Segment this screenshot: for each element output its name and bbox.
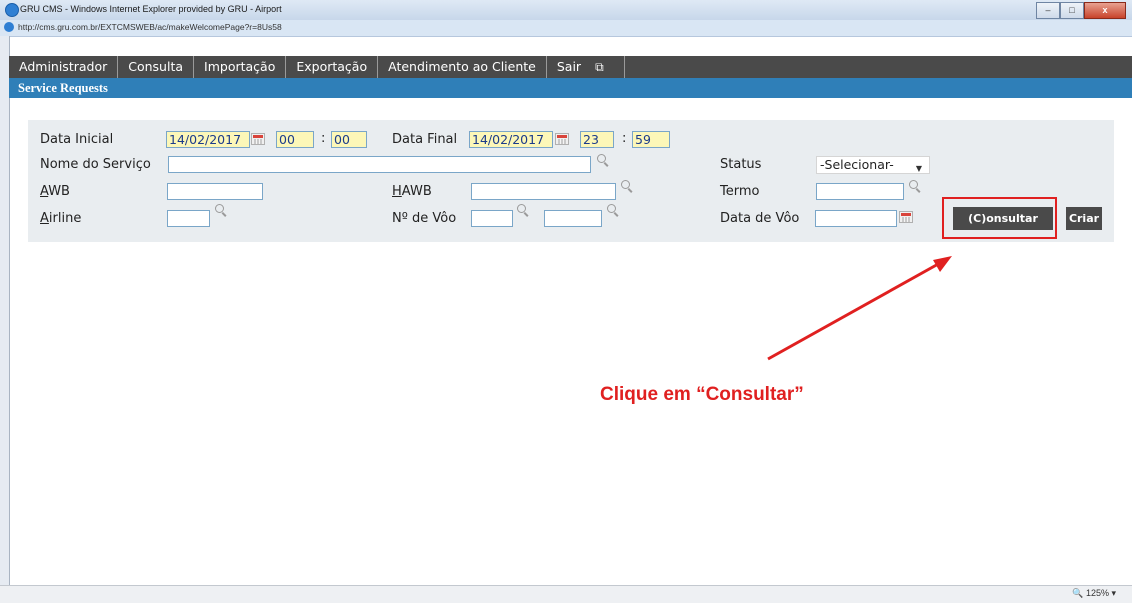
zoom-value: 125% [1085,588,1109,598]
arrow-head [933,256,952,272]
zoom-icon: 🔍 [1072,588,1084,598]
zoom-level[interactable]: 🔍 125% ▾ [1072,588,1116,599]
arrow-line [767,261,941,361]
instruction-callout: Clique em “Consultar” [600,384,804,405]
annotation-arrow [767,256,952,361]
status-bar: 🔍 125% ▾ [0,585,1132,603]
